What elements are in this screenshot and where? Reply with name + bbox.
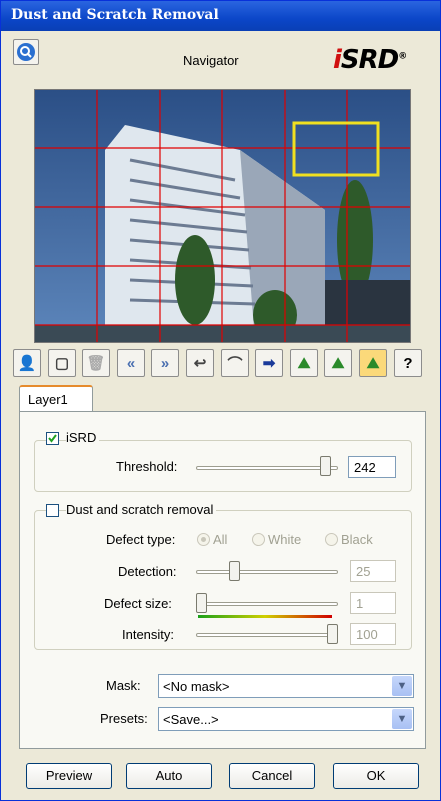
check-icon <box>48 434 57 443</box>
title-bar[interactable]: Dust and Scratch Removal <box>1 1 440 31</box>
arrow-right-icon: ➡ <box>262 355 276 372</box>
navigator-label: Navigator <box>183 53 239 68</box>
detection-slider-thumb[interactable] <box>229 561 240 581</box>
navigator-bar: Navigator iSRD® <box>13 39 433 79</box>
chevron-down-icon[interactable]: ▼ <box>392 676 412 696</box>
cancel-button[interactable]: Cancel <box>229 763 315 789</box>
layer-panel: iSRD Threshold: 242 Dust and scratch rem… <box>19 411 426 749</box>
dialog-window: Dust and Scratch Removal Navigator iSRD® <box>0 0 441 801</box>
mountain-check-icon: ⛰ <box>297 354 311 372</box>
defect-type-label: Defect type: <box>106 532 176 547</box>
isrd-checkbox[interactable] <box>46 432 59 445</box>
toolbar-button-4[interactable]: « <box>117 349 145 377</box>
mountain-checked-active-icon: ⛰ <box>366 354 380 372</box>
forward-icon: » <box>160 354 170 372</box>
defect-size-slider-thumb[interactable] <box>196 593 207 613</box>
defect-size-color-bar <box>198 615 332 618</box>
presets-label: Presets: <box>100 711 148 726</box>
radio-all[interactable] <box>197 533 210 546</box>
threshold-field[interactable]: 242 <box>348 456 396 478</box>
window-title: Dust and Scratch Removal <box>11 7 219 23</box>
toolbar-button-1[interactable]: 👤 <box>13 349 41 377</box>
navigator-preview[interactable] <box>34 89 411 343</box>
intensity-slider-track[interactable] <box>196 633 338 637</box>
radio-black-label: Black <box>341 532 373 547</box>
isrd-label: iSRD <box>66 430 100 445</box>
help-icon: ? <box>403 354 413 372</box>
preview-button[interactable]: Preview <box>26 763 112 789</box>
scanner-person-icon: 👤 <box>17 355 37 372</box>
toolbar-button-9[interactable]: ⛰ <box>290 349 318 377</box>
detection-slider-track[interactable] <box>196 570 338 574</box>
mountain-icon: ⛰ <box>331 354 345 372</box>
rewind-icon: « <box>126 354 136 372</box>
dust-checkbox[interactable] <box>46 504 59 517</box>
mask-value: <No mask> <box>163 679 230 694</box>
lasso-icon: ⌒ <box>227 355 243 373</box>
threshold-label: Threshold: <box>116 459 178 474</box>
detection-label: Detection: <box>118 564 177 579</box>
toolbar-button-7[interactable]: ⌒ <box>221 349 249 377</box>
isrd-logo: iSRD® <box>333 45 407 75</box>
mask-label: Mask: <box>106 678 141 693</box>
toolbar-button-8[interactable]: ➡ <box>255 349 283 377</box>
rotate-icon: ↩ <box>193 355 207 372</box>
intensity-slider-thumb[interactable] <box>327 624 338 644</box>
auto-button[interactable]: Auto <box>126 763 212 789</box>
defect-size-label: Defect size: <box>104 596 172 611</box>
new-page-icon: ▢ <box>54 355 70 372</box>
ok-button[interactable]: OK <box>333 763 419 789</box>
threshold-slider-track[interactable] <box>196 466 338 470</box>
radio-white-label: White <box>268 532 302 547</box>
toolbar-button-3[interactable]: 🗑 <box>82 349 110 377</box>
detection-field[interactable]: 25 <box>350 560 396 582</box>
intensity-label: Intensity: <box>122 627 175 642</box>
defect-size-slider-track[interactable] <box>196 602 338 606</box>
presets-value: <Save...> <box>163 712 219 727</box>
chevron-down-icon[interactable]: ▼ <box>392 709 412 729</box>
magnifier-icon <box>17 43 35 61</box>
threshold-slider-thumb[interactable] <box>320 456 331 476</box>
toolbar-button-6[interactable]: ↩ <box>186 349 214 377</box>
dust-label: Dust and scratch removal <box>66 502 217 517</box>
tab-layer1[interactable]: Layer1 <box>19 385 93 413</box>
defect-size-field[interactable]: 1 <box>350 592 396 614</box>
radio-white[interactable] <box>252 533 265 546</box>
toolbar-button-12[interactable]: ? <box>394 349 422 377</box>
navigator-toggle-button[interactable] <box>13 39 39 65</box>
toolbar-button-10[interactable]: ⛰ <box>324 349 352 377</box>
mask-select[interactable]: <No mask> ▼ <box>158 674 414 698</box>
intensity-field[interactable]: 100 <box>350 623 396 645</box>
delete-icon: 🗑 <box>86 355 106 372</box>
toolbar-button-2[interactable]: ▢ <box>48 349 76 377</box>
radio-all-label: All <box>213 532 228 547</box>
radio-black[interactable] <box>325 533 338 546</box>
presets-select[interactable]: <Save...> ▼ <box>158 707 414 731</box>
preview-image <box>35 90 410 342</box>
toolbar-button-5[interactable]: » <box>151 349 179 377</box>
toolbar-button-11[interactable]: ⛰ <box>359 349 387 377</box>
